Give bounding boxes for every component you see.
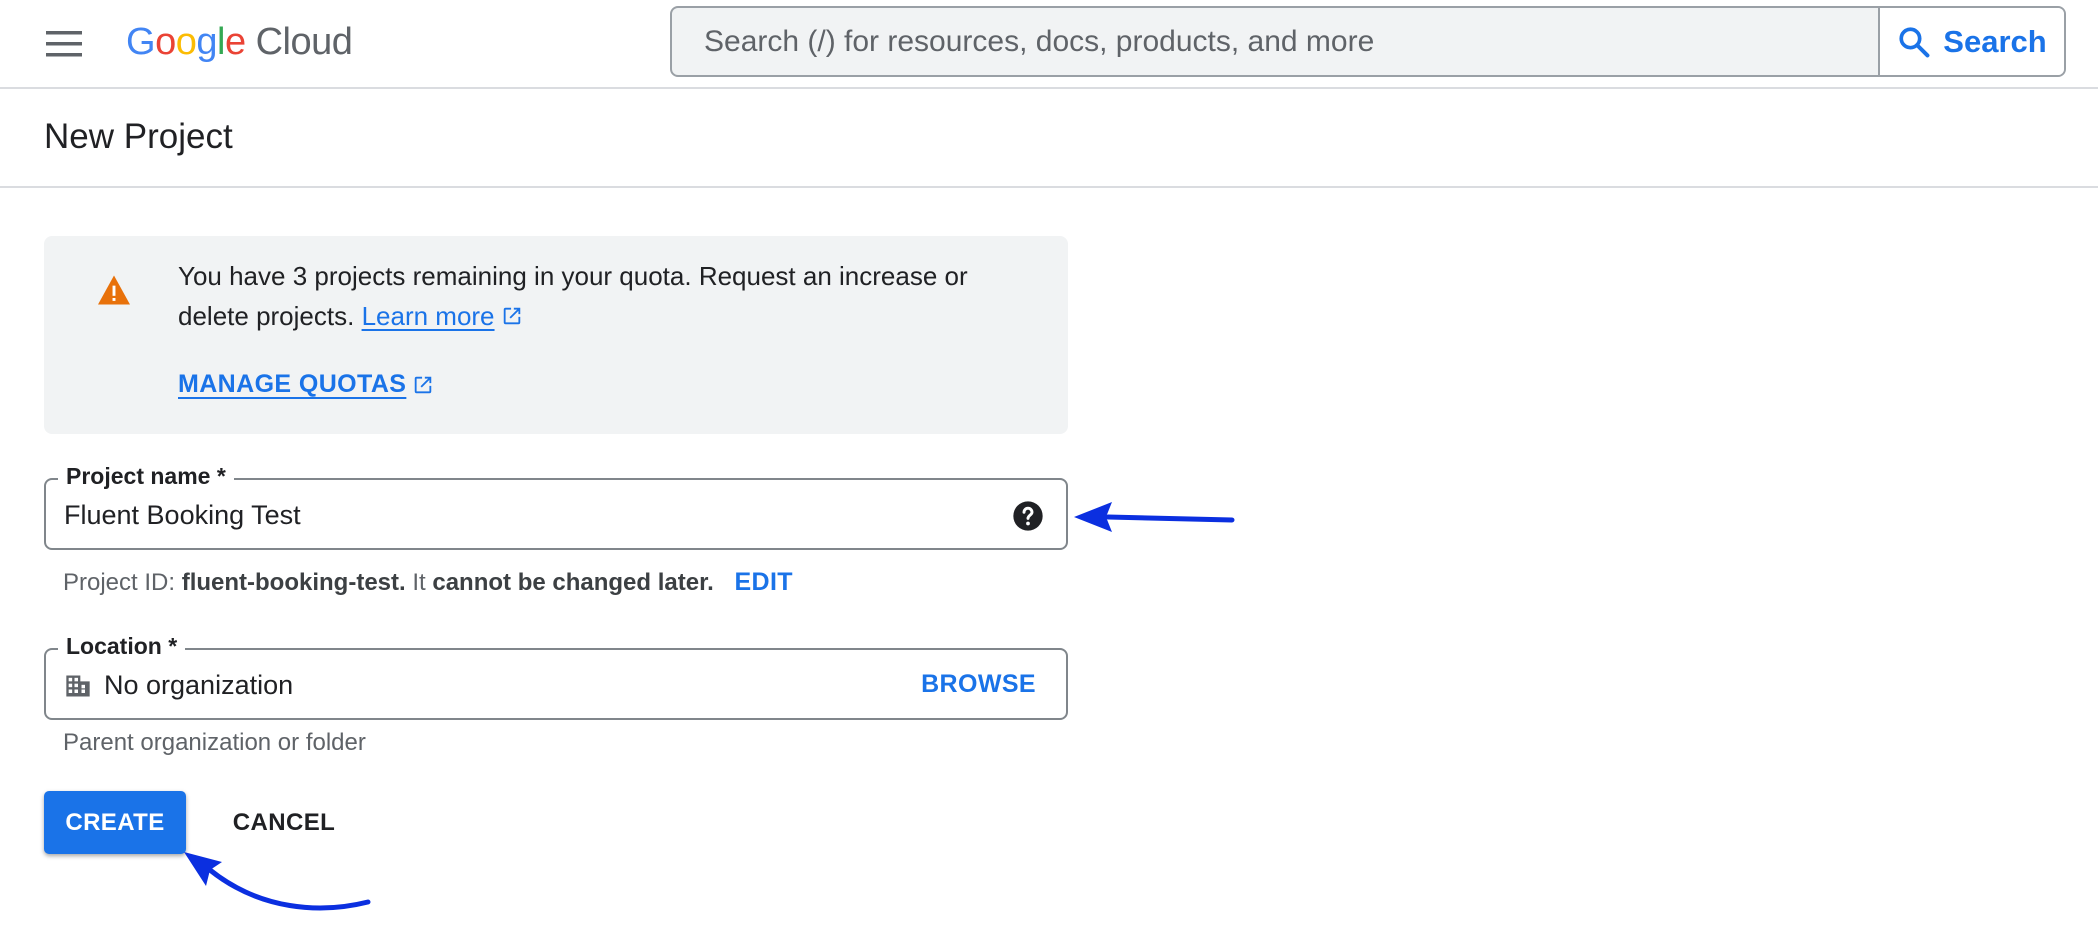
logo-letter-g2: g <box>196 20 217 63</box>
google-cloud-logo[interactable]: Google Cloud <box>126 14 353 70</box>
location-value: No organization <box>104 670 294 700</box>
annotation-arrow-create <box>184 852 371 911</box>
location-label: Location * <box>58 633 186 660</box>
menu-icon <box>46 31 82 57</box>
quota-banner: You have 3 projects remaining in your qu… <box>44 236 1068 434</box>
search-input[interactable] <box>672 8 1878 75</box>
quota-message-text: You have 3 projects remaining in your qu… <box>178 261 968 331</box>
external-link-icon <box>415 376 432 393</box>
project-name-label: Project name * <box>58 463 234 490</box>
project-id-hint: Project ID: fluent-booking-test. It cann… <box>63 568 793 597</box>
page-header: New Project <box>0 89 2098 188</box>
help-icon[interactable] <box>1012 500 1044 532</box>
project-id-prefix: Project ID: <box>63 569 176 596</box>
learn-more-label: Learn more <box>361 301 495 331</box>
main-menu-button[interactable] <box>40 24 88 64</box>
project-id-value: fluent-booking-test. <box>181 569 406 596</box>
project-name-input[interactable]: Fluent Booking Test <box>64 500 301 531</box>
search-icon <box>1899 26 1930 57</box>
create-button[interactable]: CREATE <box>44 791 186 854</box>
search-button-label: Search <box>1943 23 2047 59</box>
logo-letter-o2: o <box>175 20 197 63</box>
external-link-icon <box>503 307 520 325</box>
annotation-arrow-project-name <box>1074 502 1235 532</box>
logo-letter-g: G <box>126 20 156 63</box>
manage-quotas-link[interactable]: MANAGE QUOTAS <box>178 370 434 399</box>
logo-letter-l: l <box>216 20 225 63</box>
project-id-warning: cannot be changed later. <box>432 569 714 596</box>
quota-message: You have 3 projects remaining in your qu… <box>178 256 1038 336</box>
manage-quotas-label: MANAGE QUOTAS <box>178 370 407 398</box>
logo-letter-e: e <box>224 20 246 63</box>
search-bar: Search <box>670 6 2066 77</box>
project-name-field[interactable]: Project name * Fluent Booking Test <box>44 463 1068 550</box>
search-button[interactable]: Search <box>1878 8 2064 75</box>
top-app-bar: Google Cloud Search <box>0 0 2098 89</box>
organization-icon <box>66 675 90 697</box>
location-field[interactable]: Location * No organization BROWSE <box>44 633 1068 720</box>
logo-letter-o1: o <box>155 20 176 63</box>
warning-icon <box>98 275 130 305</box>
edit-project-id-button[interactable]: EDIT <box>734 568 793 596</box>
page-title: New Project <box>44 117 233 156</box>
learn-more-link[interactable]: Learn more <box>362 301 495 331</box>
project-id-middle: It <box>412 569 426 596</box>
browse-button[interactable]: BROWSE <box>921 670 1036 699</box>
location-hint: Parent organization or folder <box>63 729 366 756</box>
logo-cloud-text: Cloud <box>255 20 353 63</box>
